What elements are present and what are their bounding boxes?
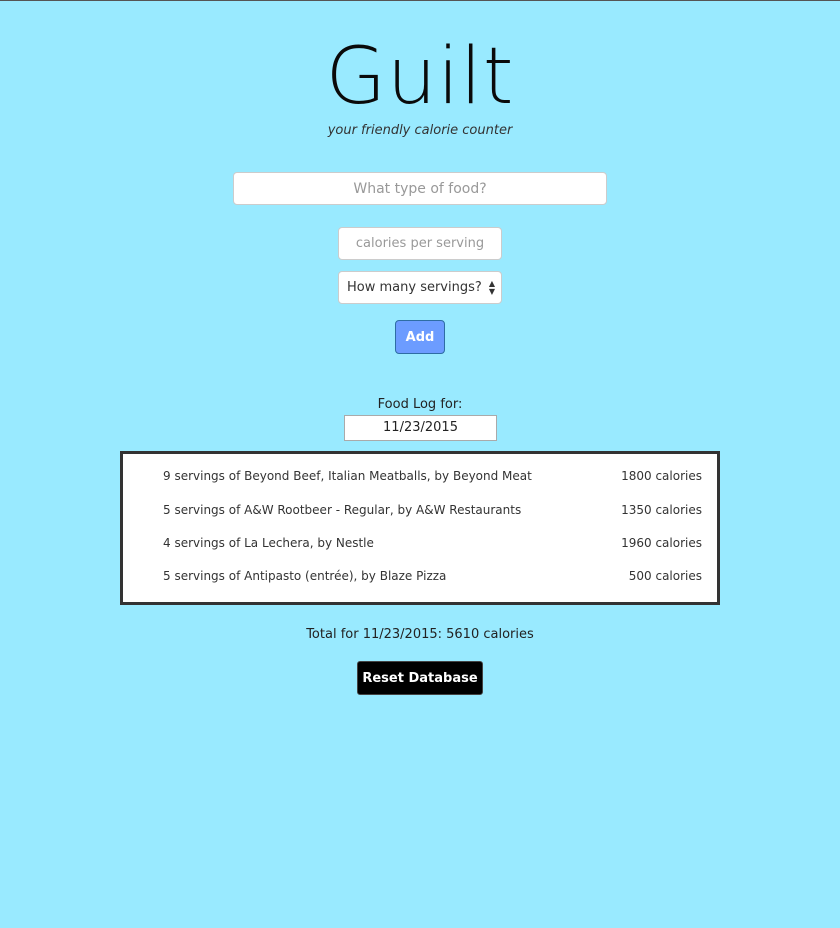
log-entry-calories: 1960 calories [621, 536, 702, 550]
food-log-list: 9 servings of Beyond Beef, Italian Meatb… [120, 451, 720, 605]
log-date-input[interactable]: 11/23/2015 [344, 415, 497, 441]
servings-select[interactable]: How many servings? ▲ ▼ [338, 271, 502, 304]
log-entry-description: 5 servings of A&W Rootbeer - Regular, by… [163, 503, 522, 517]
food-log-label: Food Log for: [377, 397, 463, 412]
calories-per-serving-input[interactable] [338, 227, 502, 260]
food-type-input[interactable] [233, 172, 607, 205]
log-entry: 5 servings of Antipasto (entrée), by Bla… [163, 566, 702, 586]
app-title: Guilt [325, 32, 515, 122]
log-entry: 5 servings of A&W Rootbeer - Regular, by… [163, 500, 702, 520]
log-entry: 4 servings of La Lechera, by Nestle 1960… [163, 533, 702, 553]
log-entry-calories: 1800 calories [621, 469, 702, 483]
log-entry: 9 servings of Beyond Beef, Italian Meatb… [163, 466, 702, 486]
log-entry-description: 9 servings of Beyond Beef, Italian Meatb… [163, 469, 532, 483]
log-entry-description: 4 servings of La Lechera, by Nestle [163, 536, 374, 550]
servings-select-value: How many servings? [347, 280, 482, 295]
daily-total: Total for 11/23/2015: 5610 calories [306, 627, 534, 642]
app-subtitle: your friendly calorie counter [327, 123, 513, 138]
log-entry-calories: 1350 calories [621, 503, 702, 517]
log-entry-description: 5 servings of Antipasto (entrée), by Bla… [163, 569, 447, 583]
log-entry-calories: 500 calories [628, 569, 702, 583]
select-arrows-icon: ▲ ▼ [488, 279, 495, 296]
reset-database-button[interactable]: Reset Database [357, 661, 483, 695]
add-button[interactable]: Add [395, 320, 445, 354]
